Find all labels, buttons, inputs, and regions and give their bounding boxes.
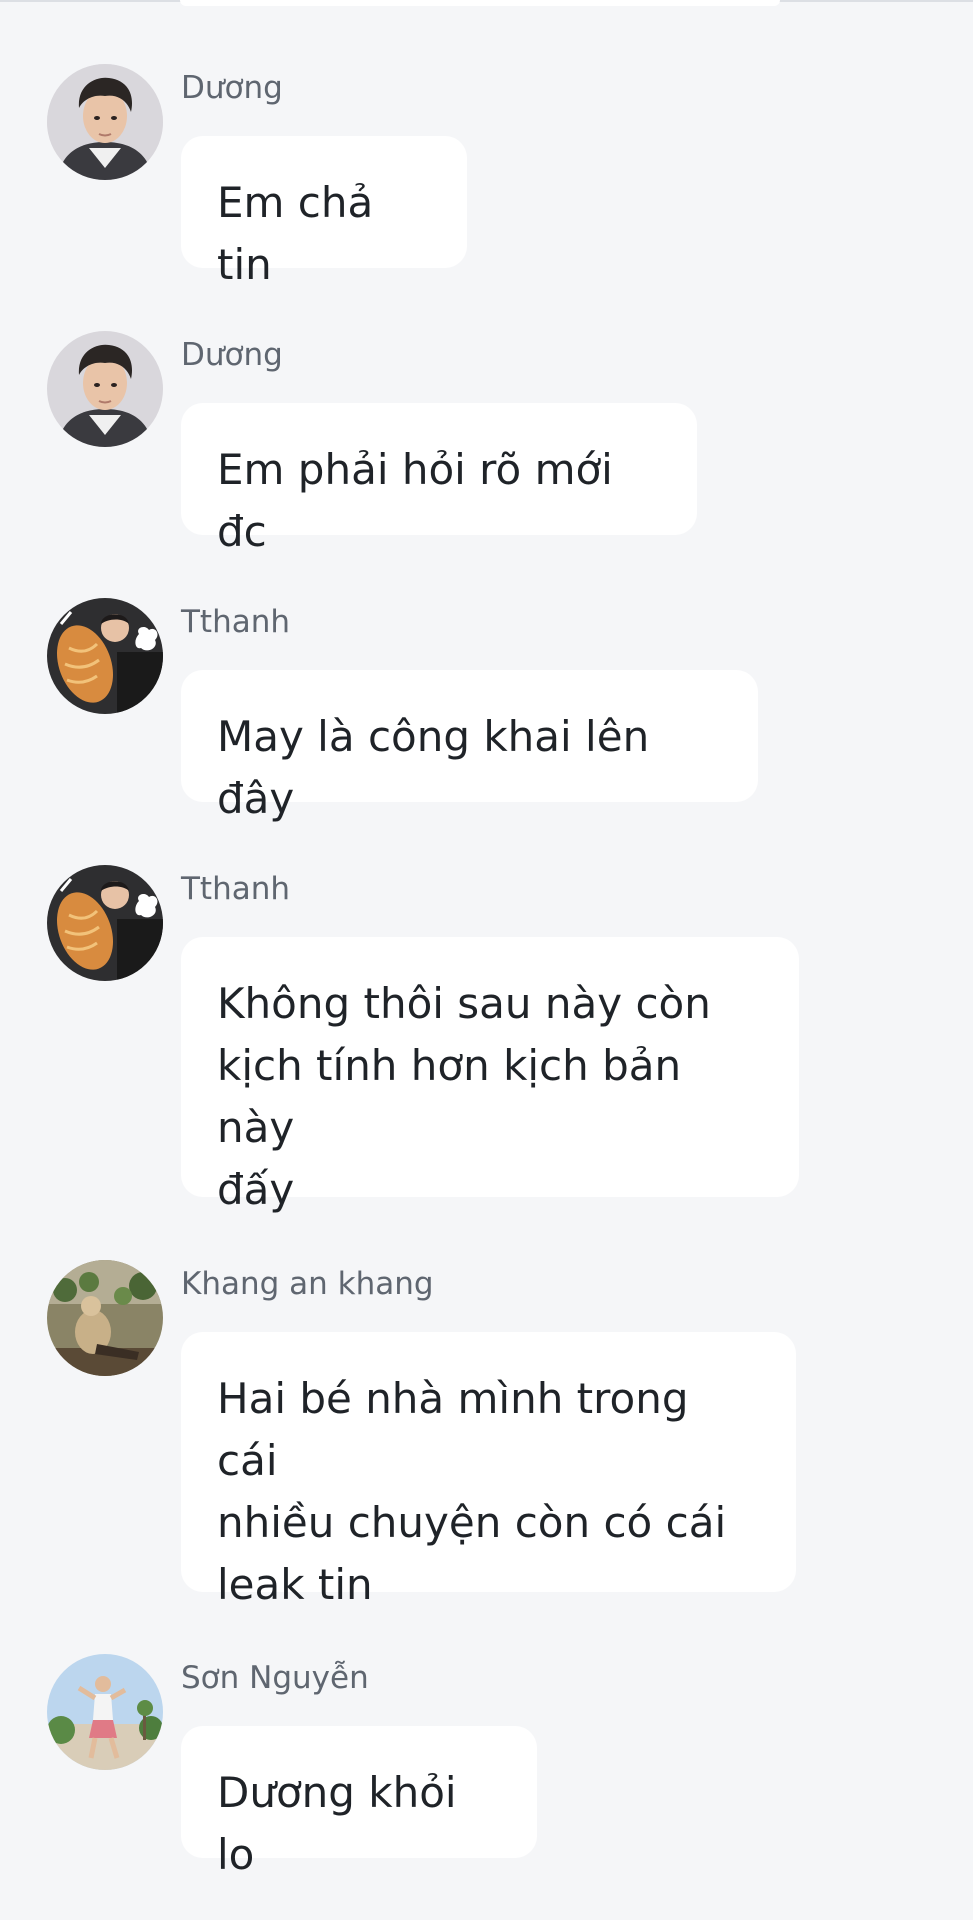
user-photo-icon: [47, 598, 163, 714]
avatar[interactable]: [47, 865, 163, 981]
message-text-line: Hai bé nhà mình trong cái: [217, 1374, 689, 1485]
message-bubble[interactable]: Hai bé nhà mình trong cái nhiều chuyện c…: [181, 1332, 796, 1609]
sender-name: Dương: [181, 70, 283, 106]
message-text-line: leak tin: [217, 1560, 373, 1609]
message-bubble[interactable]: Không thôi sau này còn kịch tính hơn kịc…: [181, 937, 799, 1214]
message-text: May là công khai lên đây: [217, 712, 650, 823]
message-bubble[interactable]: May là công khai lên đây: [181, 670, 758, 823]
user-photo-icon: [47, 331, 163, 447]
avatar[interactable]: [47, 331, 163, 447]
avatar[interactable]: [47, 64, 163, 180]
message-bubble[interactable]: Dương khỏi lo: [181, 1726, 537, 1879]
user-photo-icon: [47, 1654, 163, 1770]
sender-name: Tthanh: [181, 604, 291, 640]
message-bubble[interactable]: Em phải hỏi rõ mới đc: [181, 403, 697, 556]
user-photo-icon: [47, 1260, 163, 1376]
message-text: Dương khỏi lo: [217, 1768, 457, 1879]
message-text: Em phải hỏi rõ mới đc: [217, 445, 613, 556]
sender-name: Dương: [181, 337, 283, 373]
message-text-line: đấy: [217, 1165, 295, 1214]
sender-name: Khang an khang: [181, 1266, 434, 1302]
chat-message-list[interactable]: Dương Em chả tin Dương Em phải hỏi rõ mớ…: [0, 0, 973, 1920]
message-text-line: nhiều chuyện còn có cái: [217, 1498, 727, 1547]
message-text-line: Không thôi sau này còn: [217, 979, 711, 1028]
avatar[interactable]: [47, 1654, 163, 1770]
sender-name: Sơn Nguyễn: [181, 1660, 369, 1696]
user-photo-icon: [47, 64, 163, 180]
message-bubble[interactable]: Em chả tin: [181, 136, 467, 289]
message-text: Em chả tin: [217, 178, 374, 289]
sender-name: Tthanh: [181, 871, 291, 907]
user-photo-icon: [47, 865, 163, 981]
message-text-line: kịch tính hơn kịch bản này: [217, 1041, 682, 1152]
avatar[interactable]: [47, 1260, 163, 1376]
avatar[interactable]: [47, 598, 163, 714]
